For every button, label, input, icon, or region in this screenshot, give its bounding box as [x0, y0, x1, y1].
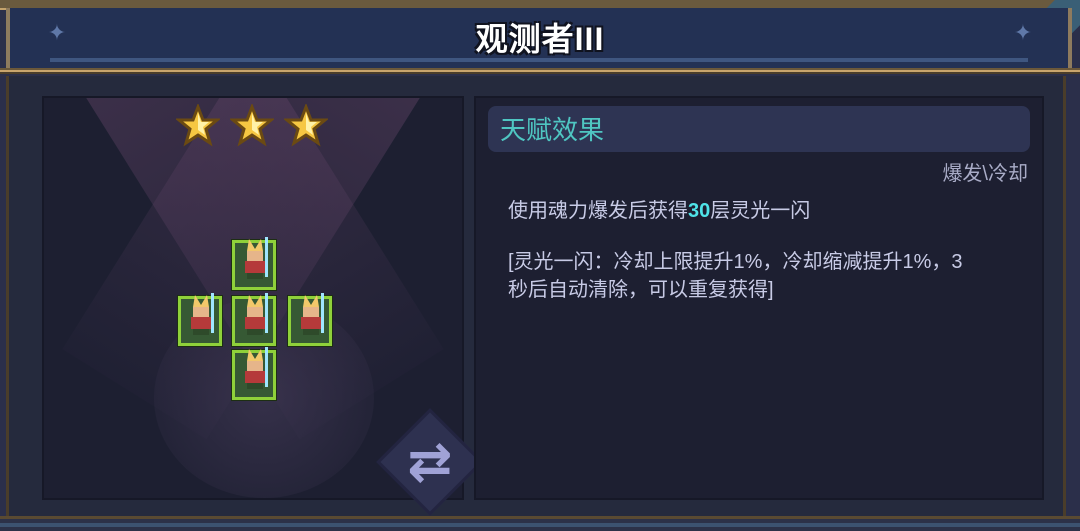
formation-slot-left[interactable]: [178, 293, 222, 346]
desc-suffix: 层灵光一闪: [710, 200, 811, 222]
star-icon: [284, 104, 328, 147]
star-icon: [176, 104, 220, 147]
note-line-1: [灵光一闪：冷却上限提升1%，冷却缩减提升1%，3: [508, 251, 963, 273]
hero-sprite-icon: [245, 237, 268, 279]
hero-sprite-icon: [245, 293, 268, 335]
formation-slot-right[interactable]: [288, 293, 332, 346]
talent-tags: 爆发\冷却: [942, 163, 1028, 185]
bottom-frame: [0, 516, 1080, 531]
hero-sprite-icon: [245, 347, 268, 389]
formation-slot-top[interactable]: [232, 237, 276, 290]
hero-sprite-icon: [191, 293, 214, 335]
star-icon: [230, 104, 274, 147]
star-rating: [176, 104, 332, 148]
swap-icon[interactable]: ⇄: [398, 430, 462, 494]
note-line-2: 秒后自动清除，可以重复获得]: [508, 279, 774, 301]
talent-header: 天赋效果: [500, 115, 605, 145]
talent-note: [灵光一闪：冷却上限提升1%，冷却缩减提升1%，3 秒后自动清除，可以重复获得]: [508, 248, 1028, 304]
formation-slot-center[interactable]: [232, 293, 276, 346]
formation-slot-bottom[interactable]: [232, 347, 276, 400]
title-divider: [0, 68, 1080, 74]
desc-prefix: 使用魂力爆发后获得: [508, 200, 688, 222]
talent-description: 使用魂力爆发后获得30层灵光一闪: [508, 196, 810, 226]
desc-highlight: 30: [688, 200, 711, 222]
page-title: 观测者III: [475, 21, 605, 57]
hero-sprite-icon: [301, 293, 324, 335]
